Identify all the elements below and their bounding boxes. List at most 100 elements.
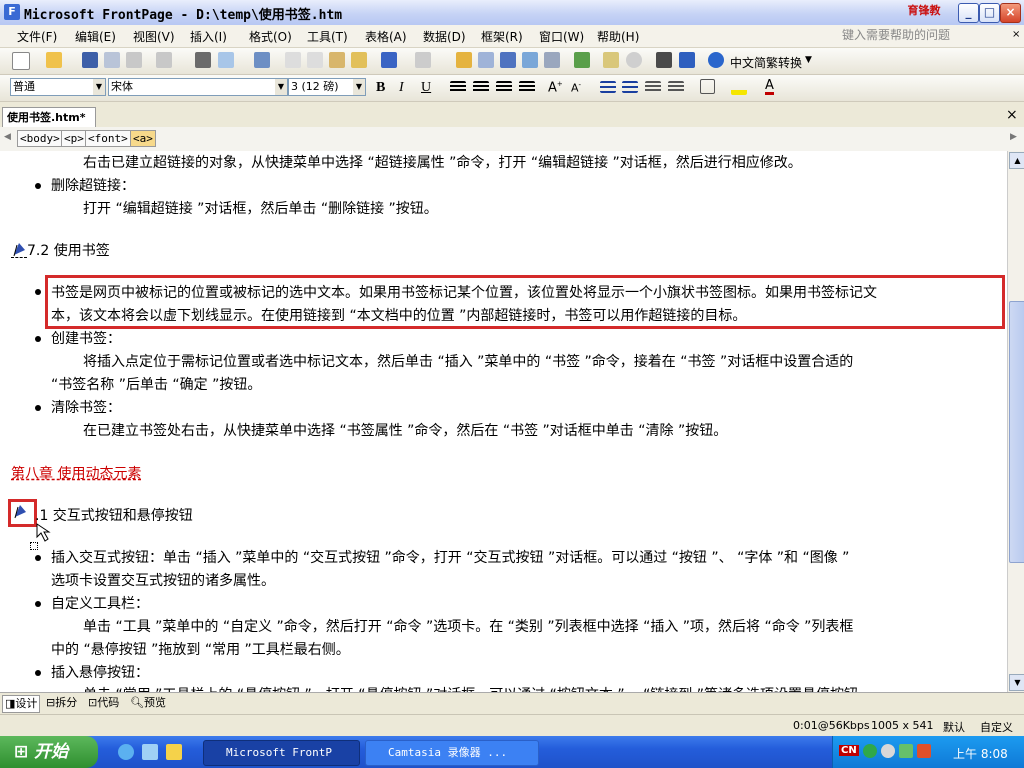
copy-icon[interactable] bbox=[307, 52, 323, 68]
folder-list-icon[interactable] bbox=[126, 52, 142, 68]
new-page-icon[interactable] bbox=[12, 52, 30, 70]
close-button[interactable]: × bbox=[1000, 3, 1021, 23]
language-indicator[interactable]: CN bbox=[839, 745, 859, 756]
menu-view[interactable]: 视图(V) bbox=[133, 28, 175, 45]
spelling-icon[interactable] bbox=[254, 52, 270, 68]
align-center-icon[interactable] bbox=[473, 81, 489, 93]
scroll-up-icon[interactable]: ▲ bbox=[1009, 152, 1024, 169]
publish-icon[interactable] bbox=[104, 52, 120, 68]
increase-font-icon[interactable]: A+ bbox=[548, 80, 563, 95]
highlight-icon[interactable] bbox=[731, 79, 747, 95]
decrease-indent-icon[interactable] bbox=[645, 81, 661, 93]
close-document-icon[interactable]: × bbox=[1006, 107, 1018, 123]
menu-insert[interactable]: 插入(I) bbox=[190, 28, 227, 45]
decrease-font-icon[interactable]: A- bbox=[571, 81, 581, 95]
start-button[interactable]: ⊞ 开始 bbox=[0, 736, 98, 768]
list-item: 创建书签： bbox=[51, 331, 121, 347]
menu-edit[interactable]: 编辑(E) bbox=[75, 28, 116, 45]
quicklaunch-icon[interactable] bbox=[166, 744, 182, 760]
code-icon: ⊡ bbox=[88, 696, 98, 709]
insert-table-icon[interactable] bbox=[478, 52, 494, 68]
mode-default[interactable]: 默认 bbox=[943, 719, 965, 735]
show-desktop-icon[interactable] bbox=[142, 744, 158, 760]
menu-help[interactable]: 帮助(H) bbox=[597, 28, 639, 45]
show-all-icon[interactable] bbox=[656, 52, 672, 68]
help-search-input[interactable]: 键入需要帮助的问题 bbox=[842, 27, 1012, 44]
scroll-left-icon[interactable]: ◀ bbox=[4, 132, 11, 142]
scroll-thumb[interactable] bbox=[1009, 301, 1024, 563]
format-painter-icon[interactable] bbox=[351, 52, 367, 68]
drawing-icon[interactable] bbox=[544, 52, 560, 68]
menu-data[interactable]: 数据(D) bbox=[423, 28, 466, 45]
borders-icon[interactable] bbox=[700, 79, 715, 94]
style-select[interactable]: 普通 ▼ bbox=[10, 78, 106, 96]
minimize-button[interactable]: _ bbox=[958, 3, 979, 23]
italic-icon[interactable]: I bbox=[399, 80, 404, 96]
insert-web-component-icon[interactable] bbox=[456, 52, 472, 68]
align-right-icon[interactable] bbox=[496, 81, 512, 93]
tab-split[interactable]: ⊟拆分 bbox=[44, 695, 79, 711]
menu-format[interactable]: 格式(O) bbox=[249, 28, 292, 45]
maximize-button[interactable]: □ bbox=[979, 3, 1000, 23]
align-left-icon[interactable] bbox=[450, 81, 466, 93]
open-folder-icon[interactable] bbox=[46, 52, 62, 68]
stop-icon[interactable] bbox=[626, 52, 642, 68]
scroll-down-icon[interactable]: ▼ bbox=[1009, 674, 1024, 691]
tray-app-icon[interactable] bbox=[899, 744, 913, 758]
tab-design[interactable]: ◨设计 bbox=[2, 695, 41, 713]
tag-a[interactable]: <a> bbox=[130, 130, 156, 147]
help-icon[interactable] bbox=[708, 52, 724, 68]
underline-icon[interactable]: U bbox=[421, 80, 431, 96]
print-preview-icon[interactable] bbox=[218, 52, 234, 68]
bookmark-anchor-icon[interactable] bbox=[679, 52, 695, 68]
undo-icon[interactable] bbox=[381, 52, 397, 68]
insert-picture-icon[interactable] bbox=[522, 52, 538, 68]
print-icon[interactable] bbox=[195, 52, 211, 68]
font-size-select[interactable]: 3 (12 磅) ▼ bbox=[288, 78, 366, 96]
paste-icon[interactable] bbox=[329, 52, 345, 68]
tray-app-icon[interactable] bbox=[863, 744, 877, 758]
mode-custom[interactable]: 自定义 bbox=[980, 719, 1013, 735]
ie-icon[interactable] bbox=[118, 744, 134, 760]
redo-icon[interactable] bbox=[415, 52, 431, 68]
chevron-down-icon[interactable]: ▼ bbox=[805, 55, 812, 65]
menu-frames[interactable]: 框架(R) bbox=[481, 28, 523, 45]
increase-indent-icon[interactable] bbox=[668, 81, 684, 93]
save-icon[interactable] bbox=[82, 52, 98, 68]
chinese-convert-button[interactable]: 中文简繁转换 bbox=[730, 54, 802, 71]
tray-app-icon[interactable] bbox=[881, 744, 895, 758]
tab-code[interactable]: ⊡代码 bbox=[86, 695, 121, 711]
hyperlink-icon[interactable] bbox=[574, 52, 590, 68]
tag-p[interactable]: <p> bbox=[61, 130, 87, 147]
title-bar[interactable]: F Microsoft FrontPage - D:\temp\使用书签.htm… bbox=[0, 0, 1024, 26]
insert-layer-icon[interactable] bbox=[500, 52, 516, 68]
tab-preview[interactable]: 🔍︎预览 bbox=[128, 695, 168, 711]
bookmark-flag-icon[interactable] bbox=[12, 503, 28, 519]
bookmark-flag-icon[interactable] bbox=[11, 241, 27, 258]
cut-icon[interactable] bbox=[285, 52, 301, 68]
menu-file[interactable]: 文件(F) bbox=[17, 28, 57, 45]
menu-tools[interactable]: 工具(T) bbox=[307, 28, 348, 45]
editor-content[interactable]: 右击已建立超链接的对象，从快捷菜单中选择 “超链接属性 ”命令，打开 “编辑超链… bbox=[0, 151, 1007, 692]
bullets-icon[interactable] bbox=[622, 81, 638, 93]
document-tab[interactable]: 使用书签.htm* bbox=[2, 107, 96, 127]
frontpage-app-icon[interactable]: F bbox=[4, 4, 20, 20]
toggle-pane-icon[interactable] bbox=[156, 52, 172, 68]
tray-app-icon[interactable] bbox=[917, 744, 931, 758]
menu-table[interactable]: 表格(A) bbox=[365, 28, 407, 45]
vertical-scrollbar[interactable]: ▲ ▼ bbox=[1007, 151, 1024, 692]
bold-icon[interactable]: B bbox=[376, 80, 385, 96]
task-frontpage[interactable]: Microsoft FrontP bbox=[203, 740, 360, 766]
chapter-heading[interactable]: 第八章 使用动态元素 bbox=[11, 463, 141, 483]
tag-font[interactable]: <font> bbox=[85, 130, 131, 147]
numbering-icon[interactable] bbox=[600, 81, 616, 93]
menu-window[interactable]: 窗口(W) bbox=[539, 28, 584, 45]
help-close-icon[interactable]: × bbox=[1012, 29, 1020, 40]
font-select[interactable]: 宋体 ▼ bbox=[108, 78, 288, 96]
tag-body[interactable]: <body> bbox=[17, 130, 63, 147]
justify-icon[interactable] bbox=[519, 81, 535, 93]
refresh-icon[interactable] bbox=[603, 52, 619, 68]
scroll-right-icon[interactable]: ▶ bbox=[1010, 132, 1017, 142]
font-color-icon[interactable]: A bbox=[765, 79, 774, 95]
task-camtasia[interactable]: Camtasia 录像器 ... bbox=[365, 740, 539, 766]
